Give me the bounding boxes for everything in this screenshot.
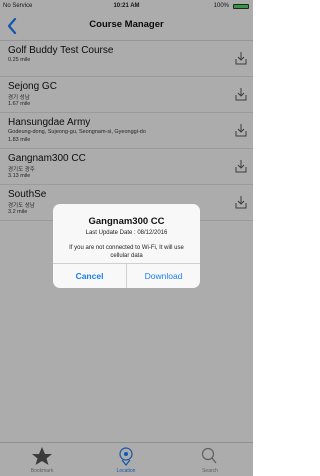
alert-last-update: Last Update Date : 08/12/2016 <box>85 230 168 236</box>
cancel-button[interactable]: Cancel <box>53 264 126 288</box>
download-alert-dialog: Gangnam300 CC Last Update Date : 08/12/2… <box>53 204 200 288</box>
screen: No Service 10:21 AM 100% Course Manager … <box>0 0 253 476</box>
alert-message: If you are not connected to Wi-Fi, It wi… <box>69 245 184 259</box>
download-button[interactable]: Download <box>127 264 200 288</box>
alert-title: Gangnam300 CC <box>88 216 165 227</box>
